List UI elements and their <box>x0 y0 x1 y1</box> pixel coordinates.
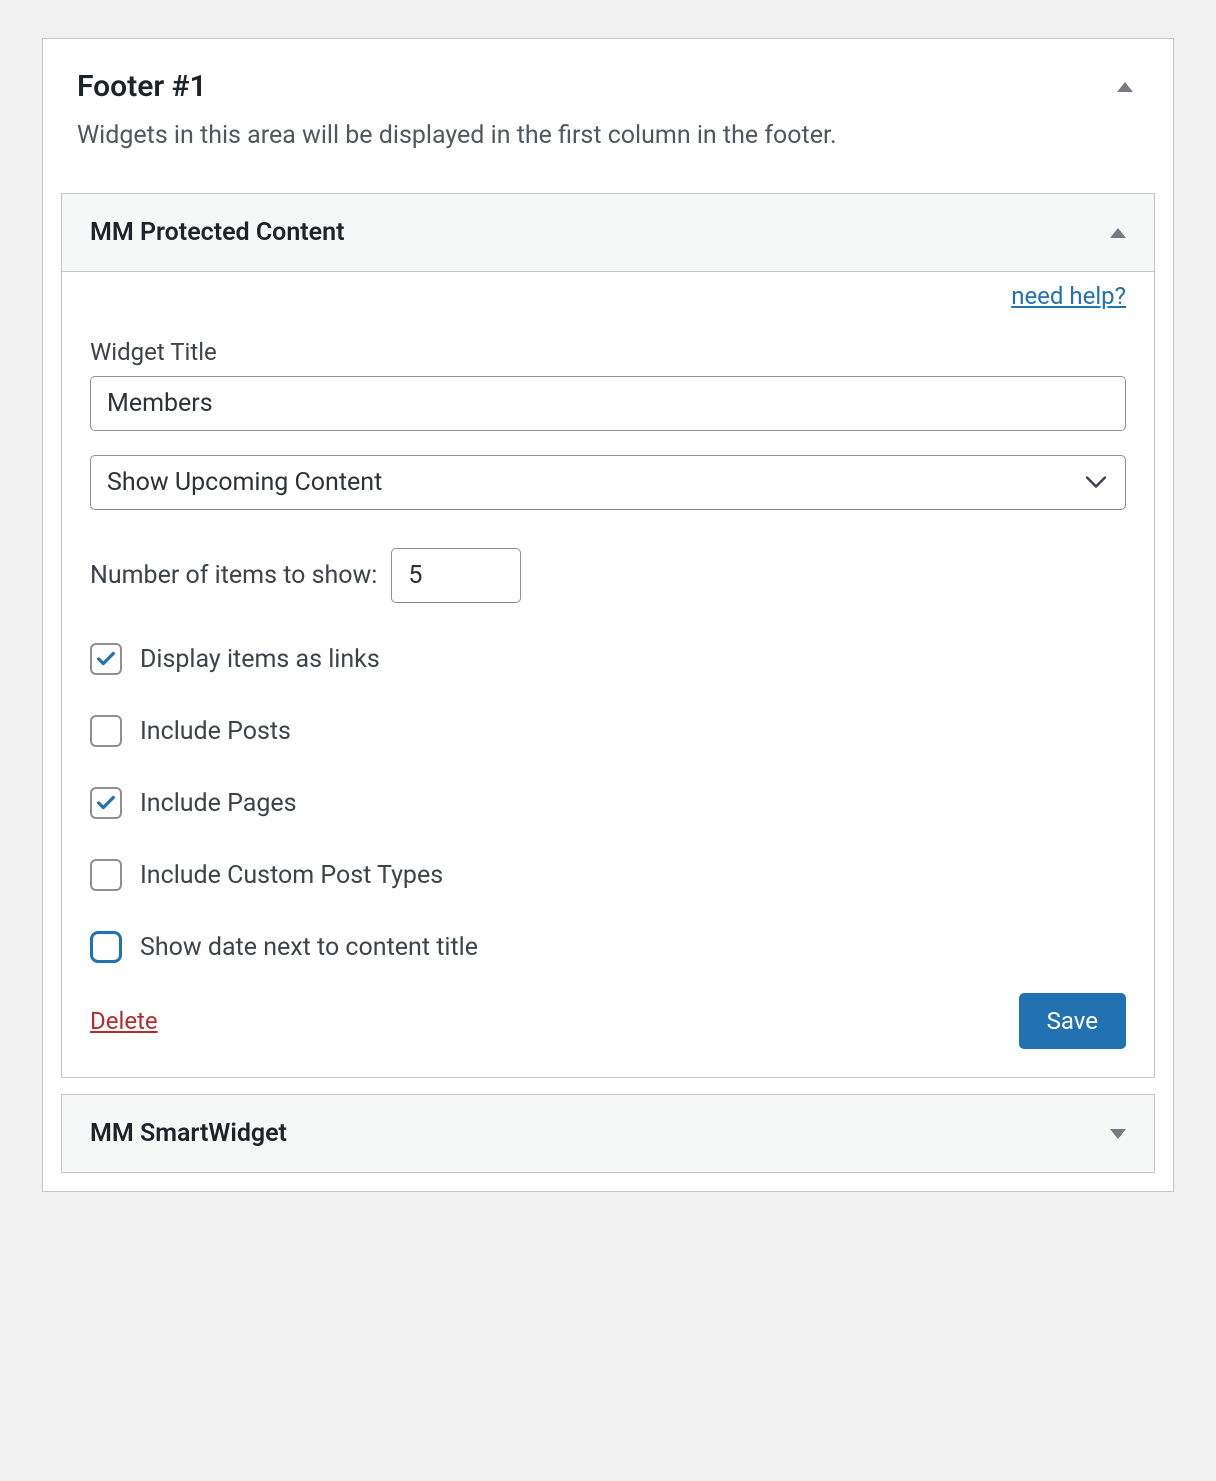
content-mode-select[interactable]: Show Upcoming Content <box>90 455 1126 510</box>
panel-title-row: Footer #1 <box>77 69 1139 104</box>
save-button[interactable]: Save <box>1019 993 1126 1049</box>
help-row: need help? <box>90 272 1126 310</box>
widget-title-input[interactable] <box>90 376 1126 431</box>
widget-header[interactable]: MM Protected Content <box>62 194 1154 272</box>
check-show-date-row: Show date next to content title <box>90 931 1126 963</box>
display-links-checkbox[interactable] <box>90 643 122 675</box>
widget-mm-smartwidget: MM SmartWidget <box>61 1094 1155 1173</box>
check-icon <box>95 648 117 670</box>
chevron-up-icon <box>1110 228 1126 238</box>
widget-title-label: Widget Title <box>90 338 1126 366</box>
widget-mm-protected-content: MM Protected Content need help? Widget T… <box>61 193 1155 1078</box>
widget-body: need help? Widget Title Show Upcoming Co… <box>62 272 1154 1077</box>
check-include-pages-row: Include Pages <box>90 787 1126 819</box>
num-items-input[interactable] <box>391 548 521 603</box>
check-include-cpt-row: Include Custom Post Types <box>90 859 1126 891</box>
include-cpt-label[interactable]: Include Custom Post Types <box>140 861 443 890</box>
widget-header[interactable]: MM SmartWidget <box>62 1095 1154 1172</box>
widget-list: MM Protected Content need help? Widget T… <box>43 193 1173 1191</box>
panel-collapse-toggle[interactable] <box>1111 71 1139 102</box>
include-posts-label[interactable]: Include Posts <box>140 717 291 746</box>
panel-title: Footer #1 <box>77 69 207 104</box>
check-display-links-row: Display items as links <box>90 643 1126 675</box>
widget-area-panel: Footer #1 Widgets in this area will be d… <box>42 38 1174 1192</box>
chevron-down-icon <box>1110 1129 1126 1139</box>
delete-link[interactable]: Delete <box>90 1007 158 1035</box>
widget-title: MM Protected Content <box>90 218 345 247</box>
content-select-wrap: Show Upcoming Content <box>90 455 1126 510</box>
panel-description: Widgets in this area will be displayed i… <box>77 118 1139 153</box>
show-date-label[interactable]: Show date next to content title <box>140 933 478 962</box>
include-pages-label[interactable]: Include Pages <box>140 789 297 818</box>
include-posts-checkbox[interactable] <box>90 715 122 747</box>
widget-title: MM SmartWidget <box>90 1119 287 1148</box>
check-icon <box>95 792 117 814</box>
panel-header: Footer #1 Widgets in this area will be d… <box>43 39 1173 177</box>
num-items-row: Number of items to show: <box>90 548 1126 603</box>
check-include-posts-row: Include Posts <box>90 715 1126 747</box>
widget-actions: Delete Save <box>90 993 1126 1049</box>
show-date-checkbox[interactable] <box>90 931 122 963</box>
num-items-label: Number of items to show: <box>90 561 377 590</box>
display-links-label[interactable]: Display items as links <box>140 645 380 674</box>
chevron-up-icon <box>1117 82 1133 92</box>
need-help-link[interactable]: need help? <box>1011 282 1126 310</box>
widget-title-field: Widget Title <box>90 338 1126 431</box>
include-pages-checkbox[interactable] <box>90 787 122 819</box>
include-cpt-checkbox[interactable] <box>90 859 122 891</box>
